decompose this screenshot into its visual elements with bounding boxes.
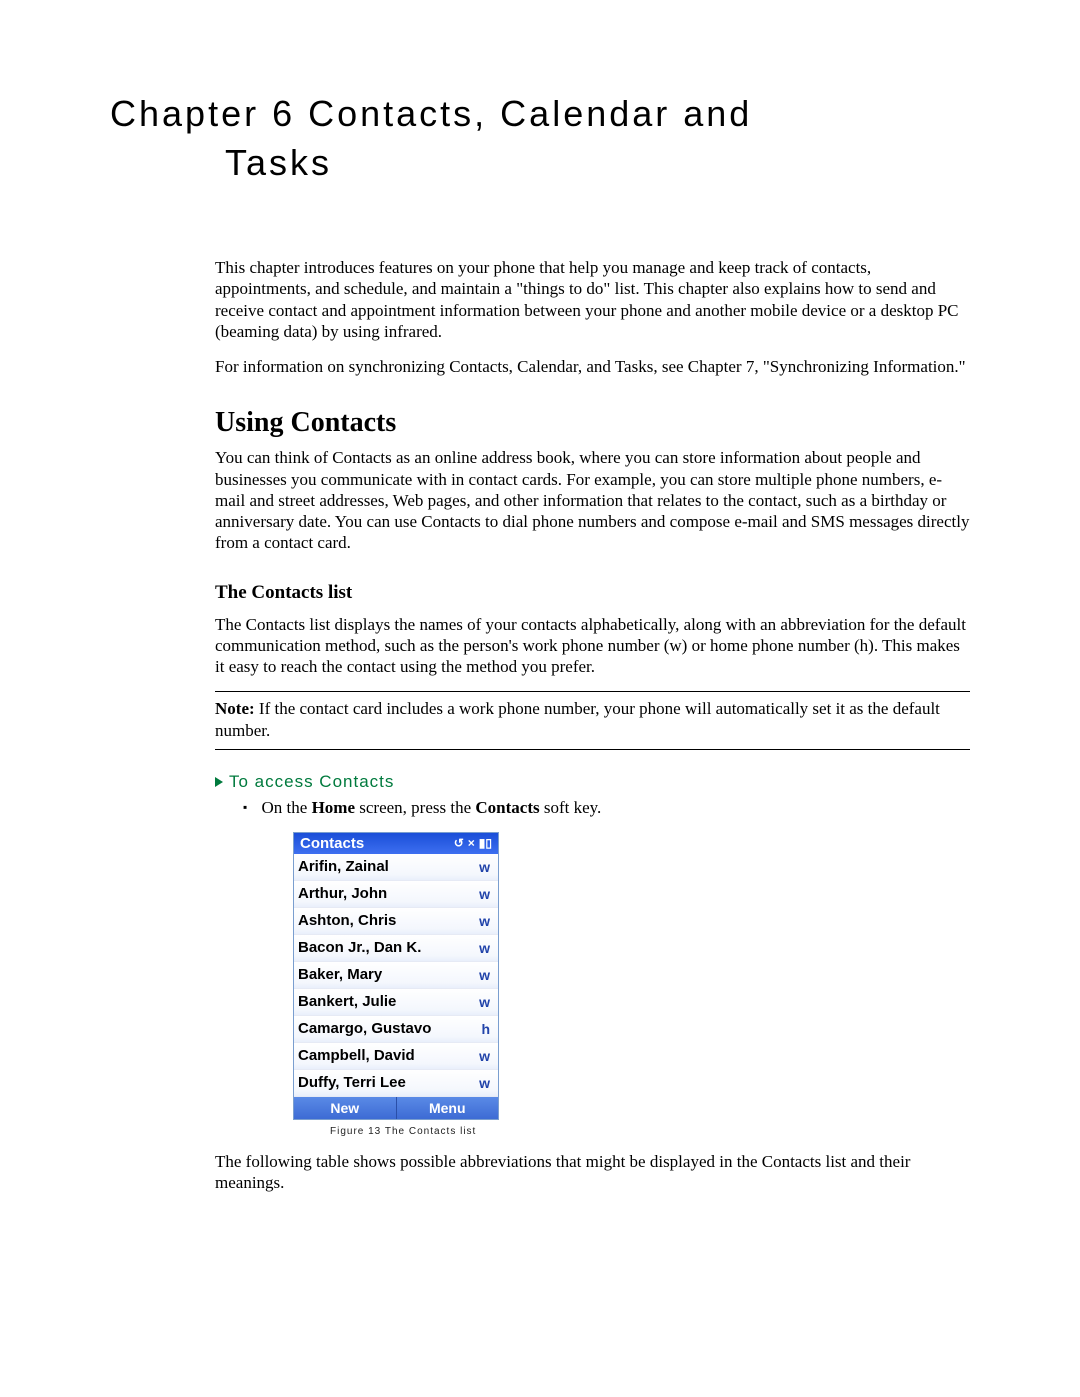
contact-row[interactable]: Camargo, Gustavo h (294, 1016, 498, 1043)
contact-name: Bacon Jr., Dan K. (298, 939, 421, 956)
close-icon: × (468, 836, 475, 850)
note-block: Note: If the contact card includes a wor… (215, 691, 970, 750)
contact-name: Duffy, Terri Lee (298, 1074, 406, 1091)
contact-row[interactable]: Baker, Mary w (294, 962, 498, 989)
contact-abbr: w (479, 913, 490, 929)
intro-paragraph-2: For information on synchronizing Contact… (215, 356, 970, 377)
page: Chapter 6 Contacts, Calendar and Tasks T… (0, 0, 1080, 1307)
procedure-steps: On the Home screen, press the Contacts s… (243, 798, 970, 818)
procedure-heading-text: To access Contacts (229, 772, 394, 792)
chapter-title: Chapter 6 Contacts, Calendar and Tasks (110, 90, 980, 187)
phone-titlebar: Contacts ↺ × ▮▯ (294, 833, 498, 854)
contact-abbr: h (481, 1021, 490, 1037)
step-bold-contacts: Contacts (475, 798, 539, 817)
note-label: Note: (215, 699, 255, 718)
contact-name: Baker, Mary (298, 966, 382, 983)
contact-row[interactable]: Ashton, Chris w (294, 908, 498, 935)
contact-row[interactable]: Bacon Jr., Dan K. w (294, 935, 498, 962)
contact-abbr: w (479, 994, 490, 1010)
contact-name: Camargo, Gustavo (298, 1020, 431, 1037)
sync-icon: ↺ (454, 836, 464, 850)
chapter-title-line2: Tasks (110, 139, 980, 188)
section-heading-using-contacts: Using Contacts (215, 407, 970, 439)
step-bold-home: Home (312, 798, 355, 817)
procedure-heading: To access Contacts (215, 772, 970, 792)
phone-title-text: Contacts (300, 835, 364, 852)
chapter-title-line1: Chapter 6 Contacts, Calendar and (110, 93, 752, 134)
contact-name: Arthur, John (298, 885, 387, 902)
triangle-bullet-icon (215, 777, 223, 787)
contact-abbr: w (479, 1048, 490, 1064)
contact-abbr: w (479, 940, 490, 956)
contact-name: Bankert, Julie (298, 993, 396, 1010)
procedure-step: On the Home screen, press the Contacts s… (243, 798, 970, 818)
contact-row[interactable]: Bankert, Julie w (294, 989, 498, 1016)
step-text-mid: screen, press the (355, 798, 475, 817)
softkey-new[interactable]: New (294, 1097, 397, 1119)
contact-name: Arifin, Zainal (298, 858, 389, 875)
signal-icon: ▮▯ (479, 836, 492, 850)
contact-name: Ashton, Chris (298, 912, 396, 929)
phone-softkey-bar: New Menu (294, 1097, 498, 1119)
note-body: If the contact card includes a work phon… (215, 699, 940, 739)
contact-row[interactable]: Arthur, John w (294, 881, 498, 908)
using-contacts-body: You can think of Contacts as an online a… (215, 447, 970, 553)
body-block: This chapter introduces features on your… (215, 257, 970, 1193)
contact-abbr: w (479, 1075, 490, 1091)
after-figure-paragraph: The following table shows possible abbre… (215, 1151, 970, 1194)
softkey-menu[interactable]: Menu (397, 1097, 499, 1119)
step-text-pre: On the (262, 798, 312, 817)
contact-row[interactable]: Duffy, Terri Lee w (294, 1070, 498, 1097)
figure-caption: Figure 13 The Contacts list (330, 1126, 970, 1137)
contact-abbr: w (479, 886, 490, 902)
contacts-list-body: The Contacts list displays the names of … (215, 614, 970, 678)
phone-screenshot: Contacts ↺ × ▮▯ Arifin, Zainal w Arthur,… (293, 832, 499, 1120)
contact-row[interactable]: Arifin, Zainal w (294, 854, 498, 881)
contact-abbr: w (479, 859, 490, 875)
contact-row[interactable]: Campbell, David w (294, 1043, 498, 1070)
subsection-heading-contacts-list: The Contacts list (215, 582, 970, 604)
phone-status-icons: ↺ × ▮▯ (454, 836, 492, 850)
contact-abbr: w (479, 967, 490, 983)
contact-name: Campbell, David (298, 1047, 415, 1064)
intro-paragraph-1: This chapter introduces features on your… (215, 257, 970, 342)
step-text-post: soft key. (540, 798, 602, 817)
